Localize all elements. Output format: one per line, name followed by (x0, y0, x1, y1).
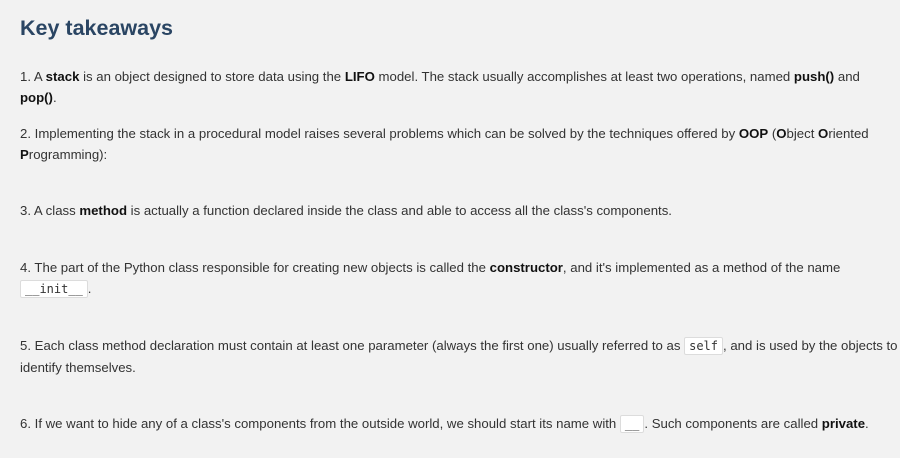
letter-o: O (776, 126, 787, 141)
takeaway-item-6: 6. If we want to hide any of a class's c… (20, 413, 900, 435)
item-text: 5. Each class method declaration must co… (20, 338, 685, 353)
page-title: Key takeaways (20, 16, 173, 40)
item-text: and (834, 69, 860, 84)
letter-o: O (818, 126, 829, 141)
takeaway-item-3: 3. A class method is actually a function… (20, 200, 900, 221)
item-text: model. The stack usually accomplishes at… (374, 69, 794, 84)
term-pop: pop() (20, 90, 53, 105)
code-double-underscore: __ (619, 415, 645, 433)
item-text: 3. A class (20, 203, 80, 218)
takeaway-item-5: 5. Each class method declaration must co… (20, 335, 900, 378)
term-oop: OOP (738, 126, 769, 141)
item-text: . (52, 90, 57, 105)
term-private: private (821, 416, 866, 431)
takeaway-item-1: 1. A stack is an object designed to stor… (20, 66, 900, 108)
item-text: rogramming): (28, 147, 108, 162)
item-text: 4. The part of the Python class responsi… (20, 260, 490, 275)
item-text: . (865, 416, 869, 431)
code-self: self (684, 337, 724, 355)
item-text: . Such components are called (644, 416, 822, 431)
term-method: method (79, 203, 127, 218)
item-text: is actually a function declared inside t… (127, 203, 672, 218)
takeaway-item-4: 4. The part of the Python class responsi… (20, 257, 900, 300)
term-push: push() (793, 69, 835, 84)
item-text: , and it's implemented as a method of th… (562, 260, 841, 275)
term-constructor: constructor (489, 260, 563, 275)
item-text: . (87, 281, 92, 296)
term-lifo: LIFO (344, 69, 375, 84)
item-text: 6. If we want to hide any of a class's c… (20, 416, 620, 431)
takeaways-page: Key takeaways 1. A stack is an object de… (0, 0, 900, 458)
code-init: __init__ (20, 280, 88, 298)
takeaway-item-2: 2. Implementing the stack in a procedura… (20, 123, 900, 165)
item-text: bject (786, 126, 819, 141)
item-text: 1. A (20, 69, 46, 84)
item-text: 2. Implementing the stack in a procedura… (20, 126, 739, 141)
item-text: is an object designed to store data usin… (79, 69, 345, 84)
item-text: riented (828, 126, 869, 141)
term-stack: stack (45, 69, 80, 84)
letter-p: P (20, 147, 29, 162)
